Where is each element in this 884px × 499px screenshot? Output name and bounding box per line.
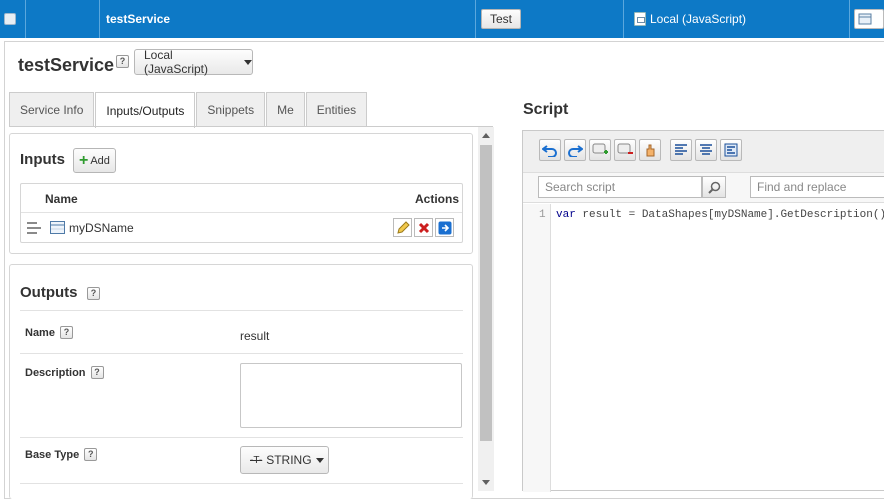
chevron-down-icon (244, 59, 252, 65)
line-number: 1 (539, 209, 546, 221)
align-left-button[interactable] (670, 139, 692, 161)
outputs-heading: Outputs (20, 284, 78, 301)
row-service-name-cell[interactable]: testService (100, 0, 476, 38)
service-list-row[interactable]: testService Test Local (JavaScript) (0, 0, 884, 38)
row-test-cell: Test (476, 0, 624, 38)
output-description-label-text: Description (25, 366, 86, 379)
handler-select-value: Local (JavaScript) (144, 48, 209, 76)
comment-remove-button[interactable] (614, 139, 636, 161)
service-title: testService (18, 55, 115, 75)
row-handler-cell: Local (JavaScript) (624, 0, 850, 38)
delete-icon (418, 222, 429, 233)
string-type-icon: -T- (250, 454, 263, 466)
title-help-icon[interactable]: ? (116, 55, 129, 68)
drag-handle-icon (27, 222, 41, 234)
code-keyword: var (556, 209, 576, 221)
undo-button[interactable] (539, 139, 561, 161)
delete-input-button[interactable] (414, 218, 433, 237)
tab-me[interactable]: Me (266, 92, 305, 127)
tab-service-info[interactable]: Service Info (9, 92, 95, 127)
output-name-label: Name ? (25, 326, 73, 339)
scroll-down-icon[interactable] (482, 480, 490, 485)
row-spacer-cell (26, 0, 100, 38)
inputs-col-actions: Actions (415, 192, 460, 206)
pencil-icon (396, 220, 410, 234)
output-base-type-label: Base Type ? (25, 448, 98, 461)
inputs-col-name: Name (45, 192, 78, 206)
tab-snippets[interactable]: Snippets (196, 92, 266, 127)
left-scrollbar[interactable] (478, 127, 494, 491)
outputs-help-icon[interactable]: ? (87, 287, 100, 300)
find-replace-placeholder: Find and replace (757, 180, 847, 194)
arrow-right-icon (438, 221, 451, 234)
find-replace-input[interactable]: Find and replace (750, 176, 884, 198)
datashape-icon (50, 221, 65, 234)
align-center-icon (700, 144, 712, 155)
code-text: result = DataShapes[myDSName].GetDescrip… (575, 209, 884, 221)
base-type-value: STRING (266, 453, 312, 467)
output-name-help-icon[interactable]: ? (59, 326, 73, 339)
goto-datashape-button[interactable] (435, 218, 454, 237)
hand-pointer-icon (646, 144, 655, 157)
output-name-label-text: Name (25, 326, 55, 339)
output-name-value: result (240, 329, 270, 343)
search-icon (707, 181, 720, 194)
page-title: testService (18, 55, 114, 76)
outputs-divider (20, 310, 463, 311)
plus-icon: + (79, 151, 89, 169)
search-script-input[interactable]: Search script (538, 176, 702, 198)
tab-inputs-outputs[interactable]: Inputs/Outputs (95, 92, 196, 128)
script-heading: Script (523, 101, 569, 118)
search-script-placeholder: Search script (545, 180, 616, 194)
script-toolbar (523, 131, 884, 173)
output-base-type-divider (20, 483, 463, 484)
edit-input-button[interactable] (393, 218, 412, 237)
output-base-type-help-icon[interactable]: ? (84, 448, 98, 461)
redo-icon (568, 145, 583, 157)
tab-entities[interactable]: Entities (305, 92, 368, 127)
inputs-heading: Inputs (20, 151, 65, 168)
scroll-up-icon[interactable] (482, 133, 490, 138)
format-code-icon (724, 143, 738, 157)
scrollbar-thumb[interactable] (480, 145, 492, 441)
line-gutter (523, 204, 551, 492)
output-description-label: Description ? (25, 366, 104, 379)
output-description-divider (20, 437, 463, 438)
search-button[interactable] (702, 176, 726, 198)
row-checkbox[interactable] (4, 13, 16, 25)
format-button[interactable] (720, 139, 742, 161)
output-description-help-icon[interactable]: ? (90, 366, 104, 379)
output-base-type-label-text: Base Type (25, 448, 80, 461)
align-left-icon (675, 144, 687, 155)
handler-select[interactable]: Local (JavaScript) (134, 48, 253, 76)
row-service-name: testService (106, 12, 171, 26)
output-name-divider (20, 353, 463, 354)
add-input-label: Add (90, 154, 110, 167)
tab-bar: Service Info Inputs/Outputs Snippets Me … (9, 92, 368, 128)
script-search-bar: Search script Find and replace (523, 173, 884, 203)
test-button[interactable]: Test (481, 9, 522, 29)
comment-add-icon (592, 143, 608, 154)
comment-remove-icon (617, 143, 633, 154)
script-editor: Search script Find and replace 1 var res… (522, 130, 884, 492)
add-input-button[interactable]: + Add (73, 148, 116, 173)
datashape-icon (858, 13, 872, 25)
base-type-select[interactable]: -T- STRING (240, 446, 329, 474)
table-row[interactable]: myDSName (21, 213, 462, 242)
row-select-cell[interactable] (0, 0, 26, 38)
snippet-button[interactable] (639, 139, 661, 161)
tab-underline (9, 126, 493, 127)
redo-button[interactable] (564, 139, 586, 161)
undo-icon (542, 145, 557, 157)
javascript-file-icon (634, 12, 646, 26)
chevron-down-icon (315, 457, 324, 463)
output-description-field[interactable] (240, 363, 462, 428)
edit-button[interactable] (854, 9, 884, 29)
input-name: myDSName (69, 221, 134, 235)
align-center-button[interactable] (695, 139, 717, 161)
row-handler-label: Local (JavaScript) (650, 12, 747, 26)
code-line[interactable]: var result = DataShapes[myDSName].GetDes… (556, 209, 884, 221)
row-extra-cell (850, 0, 884, 38)
comment-add-button[interactable] (589, 139, 611, 161)
